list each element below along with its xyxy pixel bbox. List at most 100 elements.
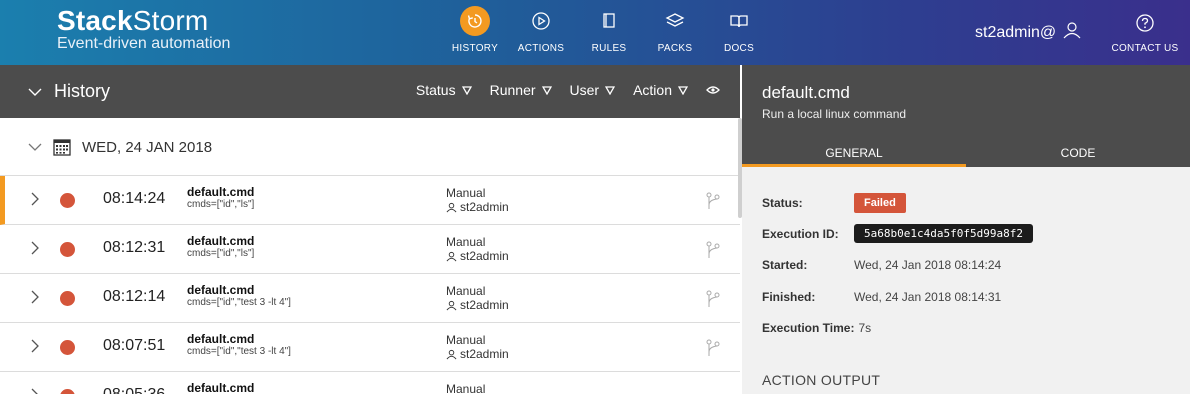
top-navbar: StackStorm Event-driven automation HISTO… <box>0 0 1190 65</box>
user-icon <box>446 349 457 359</box>
execution-time: 08:05:36 <box>103 386 165 394</box>
workflow-icon[interactable] <box>705 191 721 211</box>
nav-actions[interactable]: ACTIONS <box>506 0 576 65</box>
started-value: Wed, 24 Jan 2018 08:14:24 <box>854 258 1002 272</box>
play-icon <box>526 6 556 36</box>
execution-time: 08:12:31 <box>103 239 166 256</box>
status-failed-dot <box>60 242 75 257</box>
action-name: default.cmd <box>187 234 255 248</box>
status-badge: Failed <box>854 193 906 213</box>
user-icon <box>446 202 457 212</box>
started-field: Started: Wed, 24 Jan 2018 08:14:24 <box>762 258 1002 272</box>
trigger-type: Manual <box>446 333 486 347</box>
detail-title: default.cmd <box>762 83 850 102</box>
filter-action[interactable]: Action <box>633 82 688 98</box>
user-name: st2admin@ <box>975 23 1057 41</box>
eye-icon <box>706 86 720 94</box>
execution-row[interactable]: 08:07:51 default.cmd cmds=["id","test 3 … <box>0 323 740 372</box>
filter-status[interactable]: Status <box>416 82 472 98</box>
trigger-type: Manual <box>446 382 486 394</box>
history-icon <box>460 6 490 36</box>
action-params: cmds=["id","ls"] <box>187 199 255 210</box>
execution-time: 08:12:14 <box>103 288 166 305</box>
execution-row[interactable]: 08:14:24 default.cmd cmds=["id","ls"] Ma… <box>0 176 740 225</box>
status-field: Status: Failed <box>762 193 906 213</box>
action-name: default.cmd <box>187 185 255 199</box>
workflow-icon[interactable] <box>705 338 721 358</box>
tab-general[interactable]: GENERAL <box>742 141 966 167</box>
filter-triangle-icon <box>605 85 616 95</box>
chevron-right-icon <box>31 290 39 304</box>
tab-code[interactable]: CODE <box>966 141 1190 167</box>
detail-body: Status: Failed Execution ID: 5a68b0e1c4d… <box>742 167 1190 394</box>
execution-row[interactable]: 08:12:31 default.cmd cmds=["id","ls"] Ma… <box>0 225 740 274</box>
packs-icon <box>660 6 690 36</box>
rules-icon <box>594 6 624 36</box>
brand-subtitle: Event-driven automation <box>57 35 231 52</box>
execution-row[interactable]: 08:05:36 default.cmd Manual <box>0 372 740 394</box>
status-failed-dot <box>60 291 75 306</box>
date-label: WED, 24 JAN 2018 <box>82 138 213 156</box>
nav-docs[interactable]: DOCS <box>704 0 774 65</box>
chevron-right-icon <box>31 388 38 394</box>
execution-row[interactable]: 08:12:14 default.cmd cmds=["id","test 3 … <box>0 274 740 323</box>
action-params: cmds=["id","test 3 -lt 4"] <box>187 346 291 357</box>
filter-runner[interactable]: Runner <box>490 82 552 98</box>
chevron-down-icon <box>28 88 42 96</box>
execution-time-field: Execution Time: 7s <box>762 321 872 335</box>
user-icon <box>1062 20 1082 45</box>
execution-user: st2admin <box>460 200 509 214</box>
chevron-right-icon <box>31 241 39 255</box>
execution-time: 08:07:51 <box>103 337 166 354</box>
execution-time: 08:14:24 <box>103 190 166 207</box>
history-collapse-toggle[interactable]: History <box>28 81 110 102</box>
brand-logo[interactable]: StackStorm Event-driven automation <box>57 6 230 52</box>
calendar-icon <box>53 139 71 156</box>
action-name: default.cmd <box>187 332 255 346</box>
execution-user: st2admin <box>460 347 509 361</box>
execution-user: st2admin <box>460 298 509 312</box>
workflow-icon[interactable] <box>705 240 721 260</box>
execution-user: st2admin <box>460 249 509 263</box>
nav-packs[interactable]: PACKS <box>640 0 710 65</box>
user-icon <box>446 300 457 310</box>
chevron-right-icon <box>31 192 39 206</box>
date-group-header[interactable]: WED, 24 JAN 2018 <box>0 118 740 176</box>
chevron-down-icon <box>28 143 42 151</box>
execution-time-value: 7s <box>858 321 872 335</box>
action-output-title: ACTION OUTPUT <box>762 372 881 388</box>
book-icon <box>724 6 754 36</box>
finished-value: Wed, 24 Jan 2018 08:14:31 <box>854 290 1002 304</box>
detail-description: Run a local linux command <box>762 107 907 121</box>
status-failed-dot <box>60 193 75 208</box>
status-failed-dot <box>60 389 75 394</box>
execution-id-value[interactable]: 5a68b0e1c4da5f0f5d99a8f2 <box>854 224 1033 243</box>
history-filters: Status Runner User Action <box>416 82 720 98</box>
user-icon <box>446 251 457 261</box>
trigger-type: Manual <box>446 235 486 249</box>
finished-field: Finished: Wed, 24 Jan 2018 08:14:31 <box>762 290 1002 304</box>
execution-id-field: Execution ID: 5a68b0e1c4da5f0f5d99a8f2 <box>762 224 1033 243</box>
user-menu[interactable]: st2admin@ <box>975 20 1082 45</box>
chevron-right-icon <box>31 339 39 353</box>
toggle-visibility-button[interactable] <box>706 85 720 95</box>
filter-triangle-icon <box>461 85 472 95</box>
action-params: cmds=["id","test 3 -lt 4"] <box>187 297 291 308</box>
status-failed-dot <box>60 340 75 355</box>
action-params: cmds=["id","ls"] <box>187 248 255 259</box>
help-icon <box>1130 8 1160 38</box>
history-title: History <box>54 81 111 101</box>
brand-title: StackStorm <box>57 5 209 36</box>
action-name: default.cmd <box>187 381 255 394</box>
filter-triangle-icon <box>678 85 688 95</box>
action-name: default.cmd <box>187 283 255 297</box>
filter-user[interactable]: User <box>570 82 616 98</box>
workflow-icon[interactable] <box>705 289 721 309</box>
detail-header: default.cmd Run a local linux command GE… <box>742 65 1190 167</box>
filter-triangle-icon <box>541 85 552 95</box>
nav-rules[interactable]: RULES <box>574 0 644 65</box>
nav-history[interactable]: HISTORY <box>440 0 510 65</box>
trigger-type: Manual <box>446 186 486 200</box>
contact-us-button[interactable]: CONTACT US <box>1105 0 1185 65</box>
history-header: History Status Runner User Action <box>0 65 740 118</box>
